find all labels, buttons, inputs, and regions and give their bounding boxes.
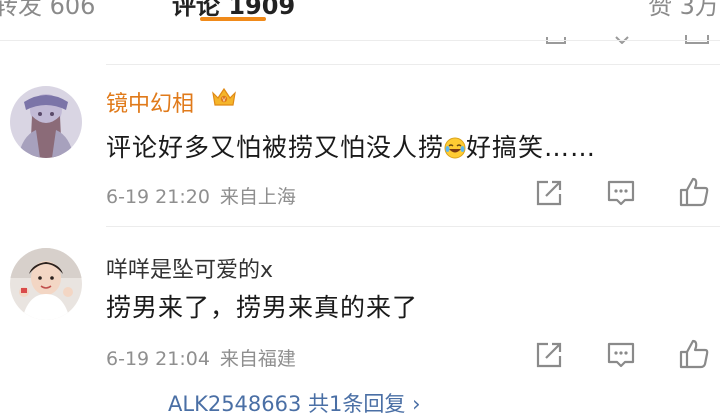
- comment-username[interactable]: 咩咩是坠可爱的x: [106, 252, 273, 284]
- tab-repost[interactable]: 转发 606: [0, 0, 95, 21]
- comment-text-part: 评论好多又怕被捞又怕没人捞: [106, 133, 445, 162]
- comment-text-part: 好搞笑……: [466, 133, 597, 162]
- avatar[interactable]: [10, 86, 82, 158]
- previous-comment-actions: [0, 26, 720, 46]
- svg-text:V: V: [222, 97, 226, 103]
- like-icon[interactable]: [678, 176, 710, 208]
- comment-divider: [106, 64, 720, 65]
- crown-icon: V: [212, 87, 236, 106]
- comment-username[interactable]: 镜中幻相: [106, 86, 194, 118]
- comment-divider: [106, 226, 720, 227]
- reply-icon[interactable]: [606, 340, 636, 370]
- like-icon[interactable]: [678, 338, 710, 370]
- tabs-divider: [0, 40, 720, 41]
- avatar[interactable]: [10, 248, 82, 320]
- comment-location: 来自上海: [219, 186, 296, 208]
- comment-location: 来自福建: [219, 348, 296, 370]
- like-icon[interactable]: [684, 34, 710, 44]
- comment-meta: 6-19 21:04 来自福建: [106, 344, 306, 371]
- comment-date: 6-19 21:20: [106, 186, 210, 208]
- comment-text: 评论好多又怕被捞又怕没人捞 好搞笑……: [106, 128, 596, 164]
- comment-meta: 6-19 21:20 来自上海: [106, 182, 306, 209]
- comment-text: 捞男来了，捞男来真的来了: [106, 293, 419, 322]
- share-icon[interactable]: [534, 178, 564, 208]
- tab-likes[interactable]: 赞 3万: [648, 0, 719, 21]
- laughing-crying-emoji-icon: [444, 137, 466, 159]
- comment-tabs: 转发 606 评论 1909 赞 3万: [0, 0, 720, 26]
- view-replies-link[interactable]: ALK2548663 共1条回复 ›: [168, 388, 420, 418]
- reply-icon[interactable]: [606, 178, 636, 208]
- share-icon[interactable]: [534, 340, 564, 370]
- active-tab-indicator: [200, 17, 266, 21]
- comment-date: 6-19 21:04: [106, 348, 210, 370]
